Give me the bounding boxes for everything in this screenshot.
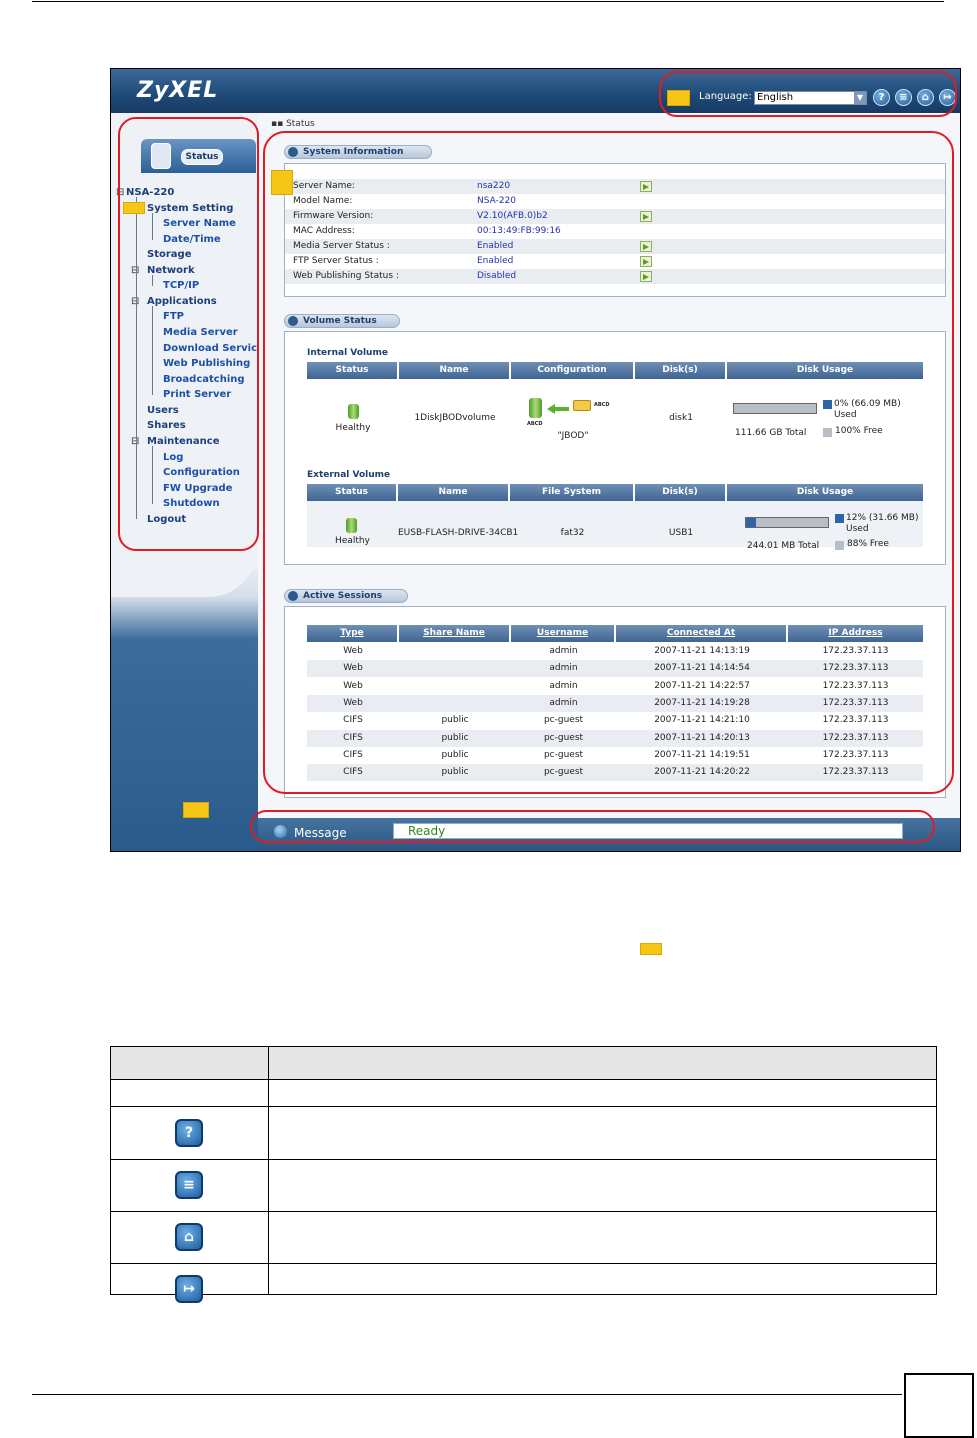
callout-outline [263, 131, 954, 794]
callout-marker [123, 202, 145, 214]
breadcrumb: ▪▪ Status [271, 119, 315, 129]
logout-icon: ↦ [175, 1275, 203, 1303]
breadcrumb-label: Status [286, 119, 315, 129]
callout-marker [271, 170, 293, 195]
table-header-row [111, 1047, 936, 1080]
zyxel-logo: ZyXEL [137, 78, 219, 103]
home-icon: ⌂ [175, 1223, 203, 1251]
column-divider [268, 1047, 269, 1294]
callout-marker [183, 802, 209, 818]
icon-description-table: ? ≡ ⌂ ↦ [110, 1046, 937, 1303]
page-bottom-rule [32, 1394, 902, 1395]
callout-marker [640, 943, 662, 955]
callout-outline [118, 117, 259, 551]
page-number-box [904, 1373, 974, 1438]
table-row [111, 1080, 936, 1107]
callout-outline [250, 810, 935, 843]
callout-outline [659, 71, 957, 117]
table-row: ≡ [111, 1160, 936, 1212]
page-top-rule [32, 1, 944, 2]
status-screen-screenshot: ZyXEL Language: English ▼ ? ≡ ⌂ ↦ Status… [110, 68, 961, 852]
table-row: ⌂ [111, 1212, 936, 1264]
table-row: ↦ [111, 1264, 936, 1303]
table-row: ? [111, 1107, 936, 1160]
about-icon: ≡ [175, 1171, 203, 1199]
help-icon: ? [175, 1119, 203, 1147]
callout-marker [667, 90, 690, 106]
